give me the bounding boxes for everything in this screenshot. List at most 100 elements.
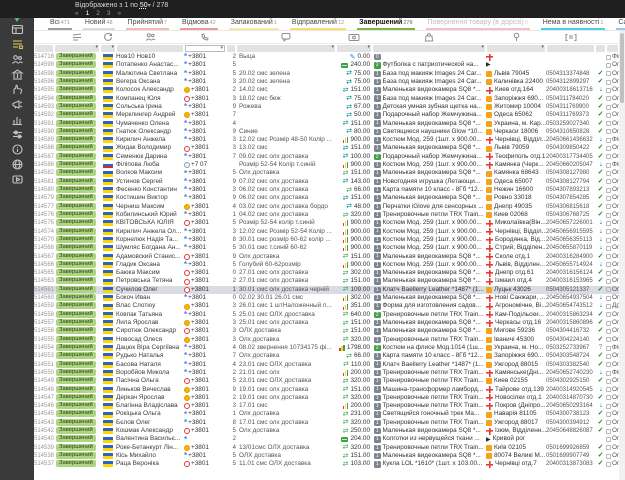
- table-row[interactable]: 514548ЗавершенийЛиньков Вячеслав+3801919…: [34, 386, 625, 394]
- table-row[interactable]: 514581ЗавершенийУстинов Сергей*+3801907.…: [34, 178, 625, 186]
- table-row[interactable]: 514542ЗавершенийКошмак Александр+38015Ол…: [34, 427, 625, 435]
- status-column-icon[interactable]: [54, 32, 100, 42]
- table-row[interactable]: 514570ЗавершенийКорнелюк Надія Та...*+38…: [34, 236, 625, 244]
- check-icon[interactable]: ✓: [595, 144, 606, 152]
- page-nav-icon[interactable]: »: [118, 10, 123, 17]
- table-row[interactable]: 514595ЗавершенийКолосок Александр+380121…: [34, 86, 625, 94]
- table-row[interactable]: 514589ЗавершенийКирилич Анжела*+3801312.…: [34, 136, 625, 144]
- phone-column-icon[interactable]: [184, 32, 226, 42]
- table-row[interactable]: 514545ЗавершенийРокіцька Ольга*+38011Олх…: [34, 410, 625, 418]
- check-icon[interactable]: ✓: [595, 444, 606, 452]
- tab-9[interactable]: Самовивіз2: [616, 18, 625, 30]
- check-icon[interactable]: ✓: [595, 169, 606, 177]
- vertical-scrollbar[interactable]: [619, 31, 625, 480]
- table-row[interactable]: 514546ЗавершенийБлагінна Владіслава+3801…: [34, 402, 625, 410]
- check-icon[interactable]: ✓: [595, 128, 606, 136]
- table-row[interactable]: 514577ЗавершенийЧерниш Максим+3801403.02…: [34, 203, 625, 211]
- table-row[interactable]: 514588ЗавершенийЖидак Володимир+3801313.…: [34, 144, 625, 152]
- check-icon[interactable]: ✓: [595, 452, 606, 460]
- tab-4[interactable]: Запакований1: [229, 18, 279, 30]
- table-row[interactable]: 514599ЗавершенийПотапенко Анастас...*+38…: [34, 61, 625, 69]
- check-icon[interactable]: ✓: [595, 361, 606, 369]
- table-row[interactable]: 514551ЗавершенийБасова Наталя*+3801423.0…: [34, 361, 625, 369]
- tab-1[interactable]: Новий48: [83, 18, 115, 30]
- table-row[interactable]: 514580ЗавершенийФесенко Константин*+3801…: [34, 186, 625, 194]
- tab-5[interactable]: Відправлений12: [290, 18, 346, 30]
- ttn-column-icon[interactable]: [546, 33, 595, 42]
- check-icon[interactable]: ✓: [595, 203, 606, 211]
- check-icon[interactable]: ✓: [595, 410, 606, 418]
- table-row[interactable]: 514574ЗавершенийКирилич Анжела Ол...*+38…: [34, 228, 625, 236]
- check-icon[interactable]: ✓: [595, 336, 606, 344]
- tab-7[interactable]: Повернення товару (в дорозі)0: [426, 18, 530, 30]
- question-icon[interactable]: ?: [595, 344, 606, 352]
- table-row[interactable]: 514543ЗавершенийБєлов Олег*+3801817.01 с…: [34, 419, 625, 427]
- table-row[interactable]: 514538ЗавершенийКісь Михайло*+38015ОЛХ д…: [34, 452, 625, 460]
- table-row[interactable]: 514593ЗавершенийСольська Ірина*+38019Рож…: [34, 103, 625, 111]
- table-row[interactable]: 514567ЗавершенийАдамовский Станис...+380…: [34, 253, 625, 261]
- filter-manager[interactable]: [607, 45, 618, 52]
- check-icon[interactable]: ✓: [595, 211, 606, 219]
- tab-3[interactable]: Відмова42: [180, 18, 218, 30]
- filter-id[interactable]: [35, 45, 53, 52]
- table-row[interactable]: 514561ЗавершенийСучилов Олег+3801130.01 …: [34, 286, 625, 294]
- table-row[interactable]: 514537ЗавершенийРаца Вероніка+3801511.01…: [34, 460, 625, 468]
- page-number[interactable]: 1: [86, 10, 91, 17]
- table-row[interactable]: 514582ЗавершенийВолков Максим*+38015Олх …: [34, 169, 625, 177]
- check-icon[interactable]: ✓: [595, 194, 606, 202]
- check-icon[interactable]: ✓: [595, 394, 606, 402]
- table-row[interactable]: 514575ЗавершенийКВІТОВСЬКА ЮЛІЯ+38015Роз…: [34, 219, 625, 227]
- filter-products[interactable]: [373, 45, 485, 52]
- tab-2[interactable]: Прийнятий7: [126, 18, 170, 30]
- check-icon[interactable]: ✓: [595, 419, 606, 427]
- table-row[interactable]: 514550ЗавершенийВоробйов Микола*+3801221…: [34, 369, 625, 377]
- filter-check[interactable]: [596, 45, 605, 52]
- check-icon[interactable]: ✓: [595, 253, 606, 261]
- table-row[interactable]: 514716ЗавершенийНов10 Нов10*+38012Выца✎0…: [34, 53, 625, 61]
- table-row[interactable]: 514555ЗавершенийНовосад Олеся+38013Олх д…: [34, 336, 625, 344]
- table-row[interactable]: 514547ЗавершенийДеркач Ярослав+3801219.0…: [34, 394, 625, 402]
- table-row[interactable]: 514598ЗавершенийМалютина Светлана*+38015…: [34, 70, 625, 78]
- products-column-icon[interactable]: [372, 32, 486, 42]
- table-row[interactable]: 514549ЗавершенийПасічна Ольга+3801523.01…: [34, 377, 625, 385]
- filter-qty[interactable]: [227, 45, 235, 52]
- table-row[interactable]: 514576ЗавершенийКобилинський Юрий*+38011…: [34, 211, 625, 219]
- table-row[interactable]: 514557ЗавершенийЛила Ярослав+3801325.01 …: [34, 319, 625, 327]
- table-row[interactable]: 514554ЗавершенийДацюк Віра Сергіївна*+38…: [34, 344, 625, 352]
- table-row[interactable]: 514590ЗавершенийГнатюк Олександр*+38019С…: [34, 128, 625, 136]
- source-column-icon[interactable]: [100, 32, 116, 42]
- tab-0[interactable]: Всі471: [48, 18, 72, 30]
- table-row[interactable]: 514566ЗавершенийГладик Оксана*+38015Голу…: [34, 261, 625, 269]
- table-row[interactable]: 514592ЗавершенийМерклингер Андрей+38017⇄…: [34, 111, 625, 119]
- scrollbar-thumb[interactable]: [620, 33, 624, 103]
- table-row[interactable]: 514568ЗавершенийШумляс Богдана Ан...*+38…: [34, 244, 625, 252]
- filter-status[interactable]: [55, 45, 99, 52]
- check-icon[interactable]: ✓: [595, 78, 606, 86]
- table-row[interactable]: 514579ЗавершенийКостишин Виктор*+3801906…: [34, 194, 625, 202]
- check-icon[interactable]: ✓: [595, 120, 606, 128]
- table-row[interactable]: 514559ЗавершенийВлас Слотюу+3801326.01 с…: [34, 302, 625, 310]
- check-icon[interactable]: ✓: [595, 103, 606, 111]
- page-nav-icon[interactable]: «: [75, 10, 80, 17]
- filter-payment[interactable]: [337, 45, 371, 52]
- table-row[interactable]: 514591ЗавершенийЧумаченко Олена*+38014⇄1…: [34, 120, 625, 128]
- check-icon[interactable]: ✓: [595, 178, 606, 186]
- filter-phone-input[interactable]: [185, 45, 225, 52]
- check-icon[interactable]: ✓: [595, 352, 606, 360]
- check-icon[interactable]: ✓: [595, 269, 606, 277]
- page-size-dropdown[interactable]: 50: [140, 2, 148, 9]
- table-row[interactable]: 514596ЗавершенийВегера Оксана*+3801320.0…: [34, 78, 625, 86]
- table-row[interactable]: 514556ЗавершенийСиротюк Олександр+38013О…: [34, 327, 625, 335]
- filter-ttn[interactable]: [547, 45, 594, 52]
- tab-8[interactable]: Нема в наявності1: [541, 18, 606, 30]
- page-number[interactable]: 3: [107, 10, 112, 17]
- client-column-icon[interactable]: [116, 32, 184, 42]
- check-icon[interactable]: ✓: [595, 111, 606, 119]
- table-row[interactable]: 514565ЗавершенийБаюка Максим+3801027.01 …: [34, 269, 625, 277]
- table-row[interactable]: 514553ЗавершенийРудько Наталья*+38017Олх…: [34, 352, 625, 360]
- check-icon[interactable]: ✓: [595, 95, 606, 103]
- page-number[interactable]: 2: [96, 10, 101, 17]
- check-icon[interactable]: ✓: [595, 427, 606, 435]
- check-icon[interactable]: ✓: [595, 70, 606, 78]
- check-icon[interactable]: ✓: [595, 311, 606, 319]
